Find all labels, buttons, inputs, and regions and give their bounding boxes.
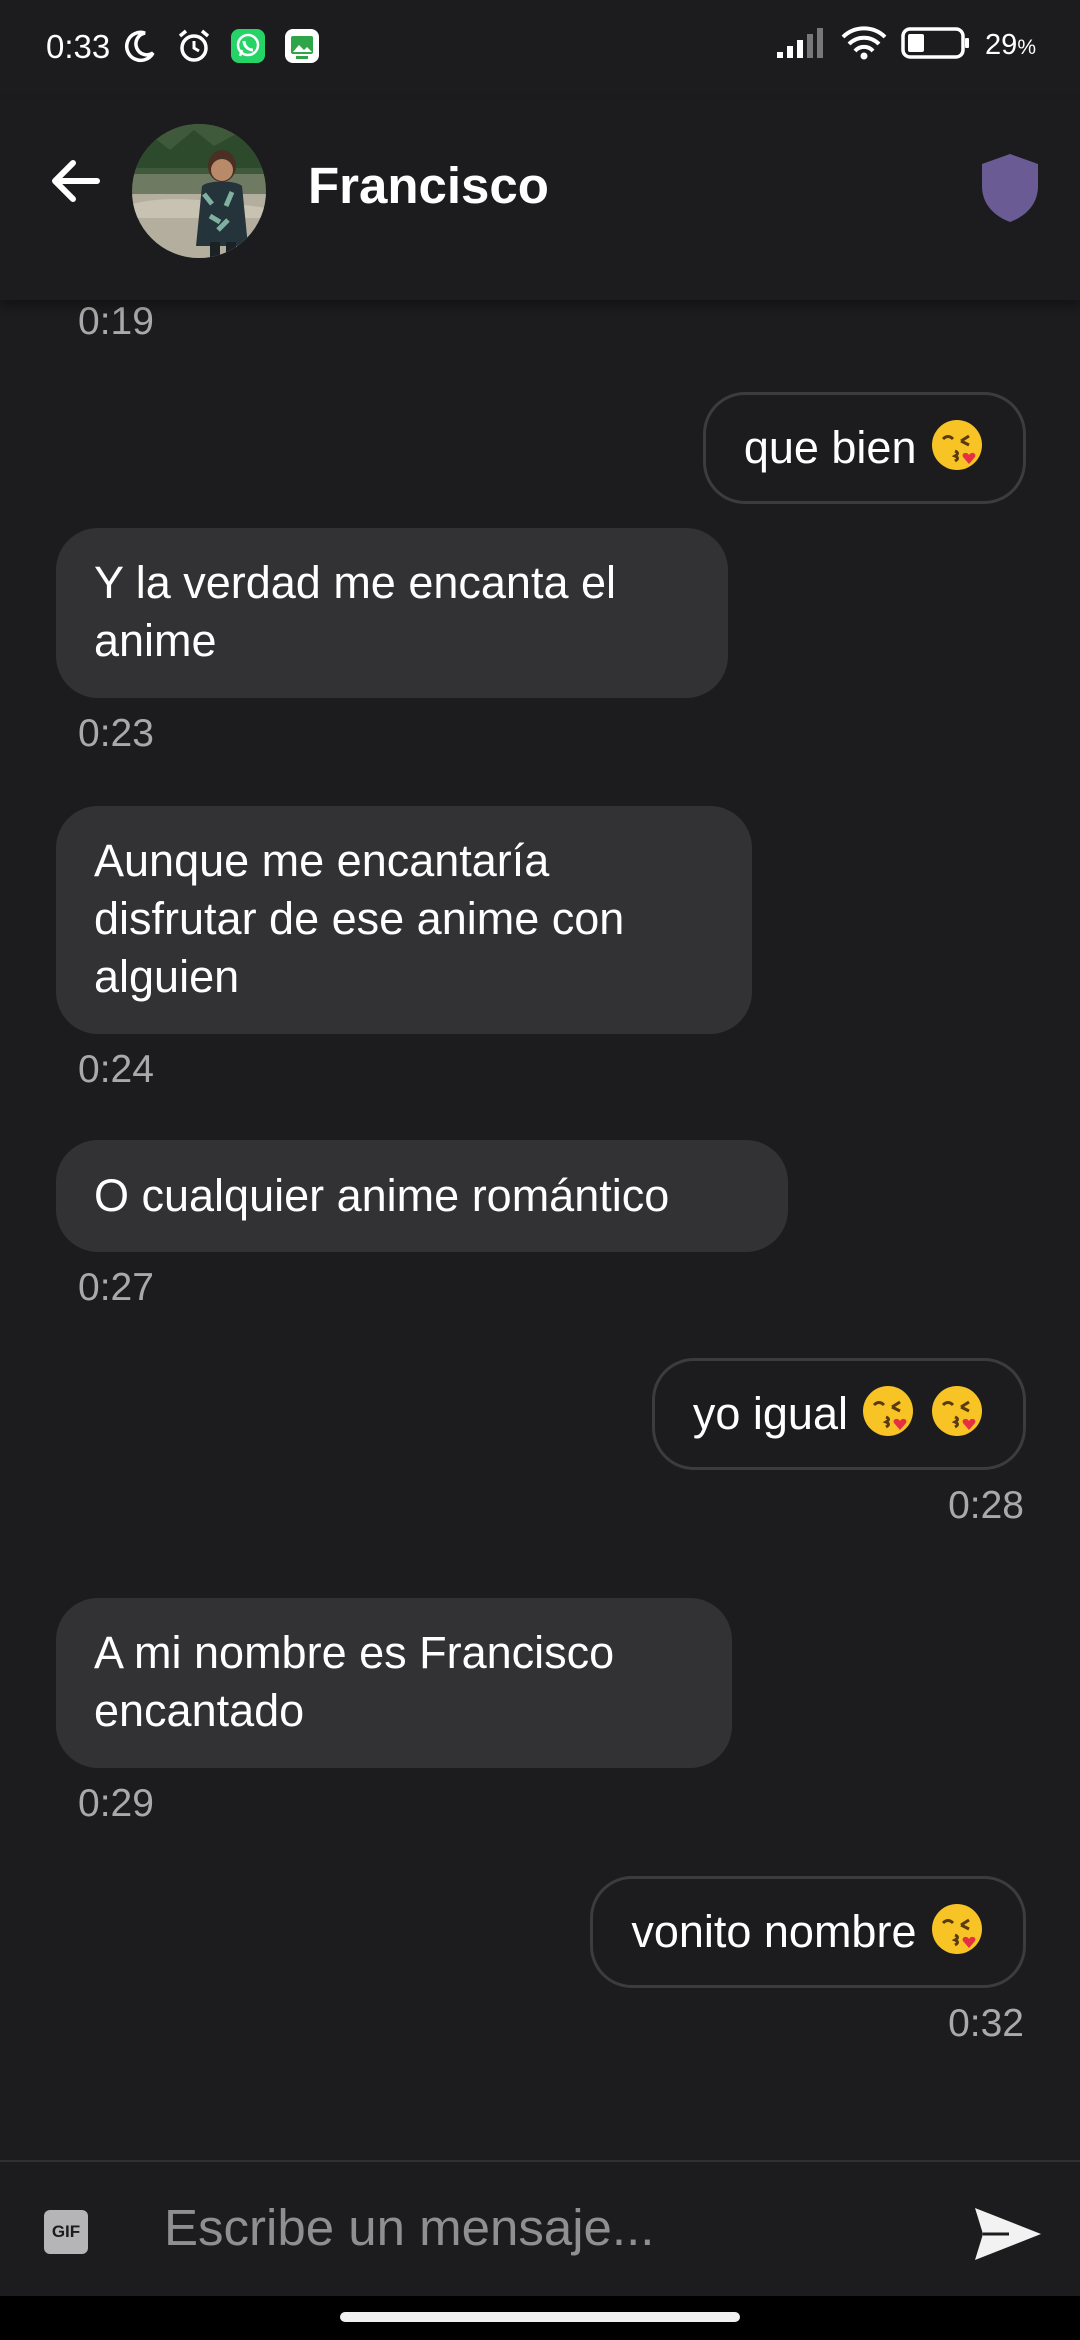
message-time: 0:19 bbox=[78, 300, 154, 343]
home-indicator[interactable] bbox=[340, 2312, 740, 2322]
moon-icon bbox=[122, 28, 158, 64]
battery-icon bbox=[901, 26, 971, 65]
contact-avatar[interactable] bbox=[132, 124, 266, 258]
status-system-icons: 29% bbox=[775, 26, 1036, 65]
message-text: vonito nombre bbox=[631, 1906, 917, 1957]
message-time: 0:27 bbox=[78, 1266, 154, 1309]
message-text-line: disfrutar de ese anime con bbox=[94, 893, 625, 944]
message-text: O cualquier anime romántico bbox=[94, 1170, 670, 1221]
incoming-message-bubble[interactable]: O cualquier anime romántico bbox=[56, 1140, 788, 1252]
message-list[interactable]: 0:19 que bien Y la verdad me encanta el … bbox=[0, 300, 1080, 2160]
alarm-clock-icon bbox=[176, 28, 212, 64]
message-text-line: Aunque me encantaría bbox=[94, 835, 550, 886]
status-time: 0:33 bbox=[46, 28, 111, 65]
navigation-bar bbox=[0, 2296, 1080, 2340]
kiss-face-emoji-icon bbox=[932, 420, 982, 470]
message-time: 0:29 bbox=[78, 1782, 154, 1825]
arrow-left-icon bbox=[52, 160, 100, 202]
message-text-line: anime bbox=[94, 615, 217, 666]
incoming-message-bubble[interactable]: A mi nombre es Francisco encantado bbox=[56, 1598, 732, 1768]
chat-header: Francisco bbox=[0, 100, 1080, 300]
message-time: 0:32 bbox=[948, 2002, 1024, 2045]
message-time: 0:24 bbox=[78, 1048, 154, 1091]
gallery-app-icon bbox=[284, 28, 320, 64]
incoming-message-bubble[interactable]: Aunque me encantaría disfrutar de ese an… bbox=[56, 806, 752, 1034]
send-button[interactable] bbox=[970, 2202, 1046, 2266]
contact-name[interactable]: Francisco bbox=[308, 156, 549, 215]
message-text-line: Y la verdad me encanta el bbox=[94, 557, 617, 608]
message-text-line: encantado bbox=[94, 1685, 305, 1736]
wifi-icon bbox=[841, 26, 887, 65]
whatsapp-icon bbox=[230, 28, 266, 64]
chat-screen: 0:33 29% Francisco 0:19 que bien Y la ve… bbox=[0, 0, 1080, 2340]
kiss-face-emoji-icon bbox=[932, 1904, 982, 1954]
message-text: que bien bbox=[743, 422, 917, 473]
message-time: 0:23 bbox=[78, 712, 154, 755]
outgoing-message-bubble[interactable]: que bien bbox=[702, 392, 1026, 504]
message-text: yo igual bbox=[692, 1388, 848, 1439]
signal-icon bbox=[775, 28, 827, 63]
send-icon bbox=[975, 2208, 1041, 2260]
outgoing-message-bubble[interactable]: vonito nombre bbox=[590, 1876, 1026, 1988]
shield-icon[interactable] bbox=[978, 152, 1042, 224]
battery-percentage: 29% bbox=[985, 29, 1036, 61]
gif-button[interactable]: GIF bbox=[44, 2210, 88, 2254]
status-notification-icons bbox=[122, 28, 320, 64]
back-button[interactable] bbox=[40, 146, 110, 216]
status-bar: 0:33 29% bbox=[0, 0, 1080, 100]
kiss-face-emoji-icon bbox=[863, 1386, 914, 1436]
incoming-message-bubble[interactable]: Y la verdad me encanta el anime bbox=[56, 528, 728, 698]
message-text-line: A mi nombre es Francisco bbox=[94, 1627, 615, 1678]
kiss-face-emoji-icon bbox=[932, 1386, 982, 1436]
message-input[interactable] bbox=[164, 2182, 944, 2272]
message-text-line: alguien bbox=[94, 951, 240, 1002]
message-time: 0:28 bbox=[948, 1484, 1024, 1527]
message-composer: GIF bbox=[0, 2160, 1080, 2296]
outgoing-message-bubble[interactable]: yo igual bbox=[651, 1358, 1026, 1470]
